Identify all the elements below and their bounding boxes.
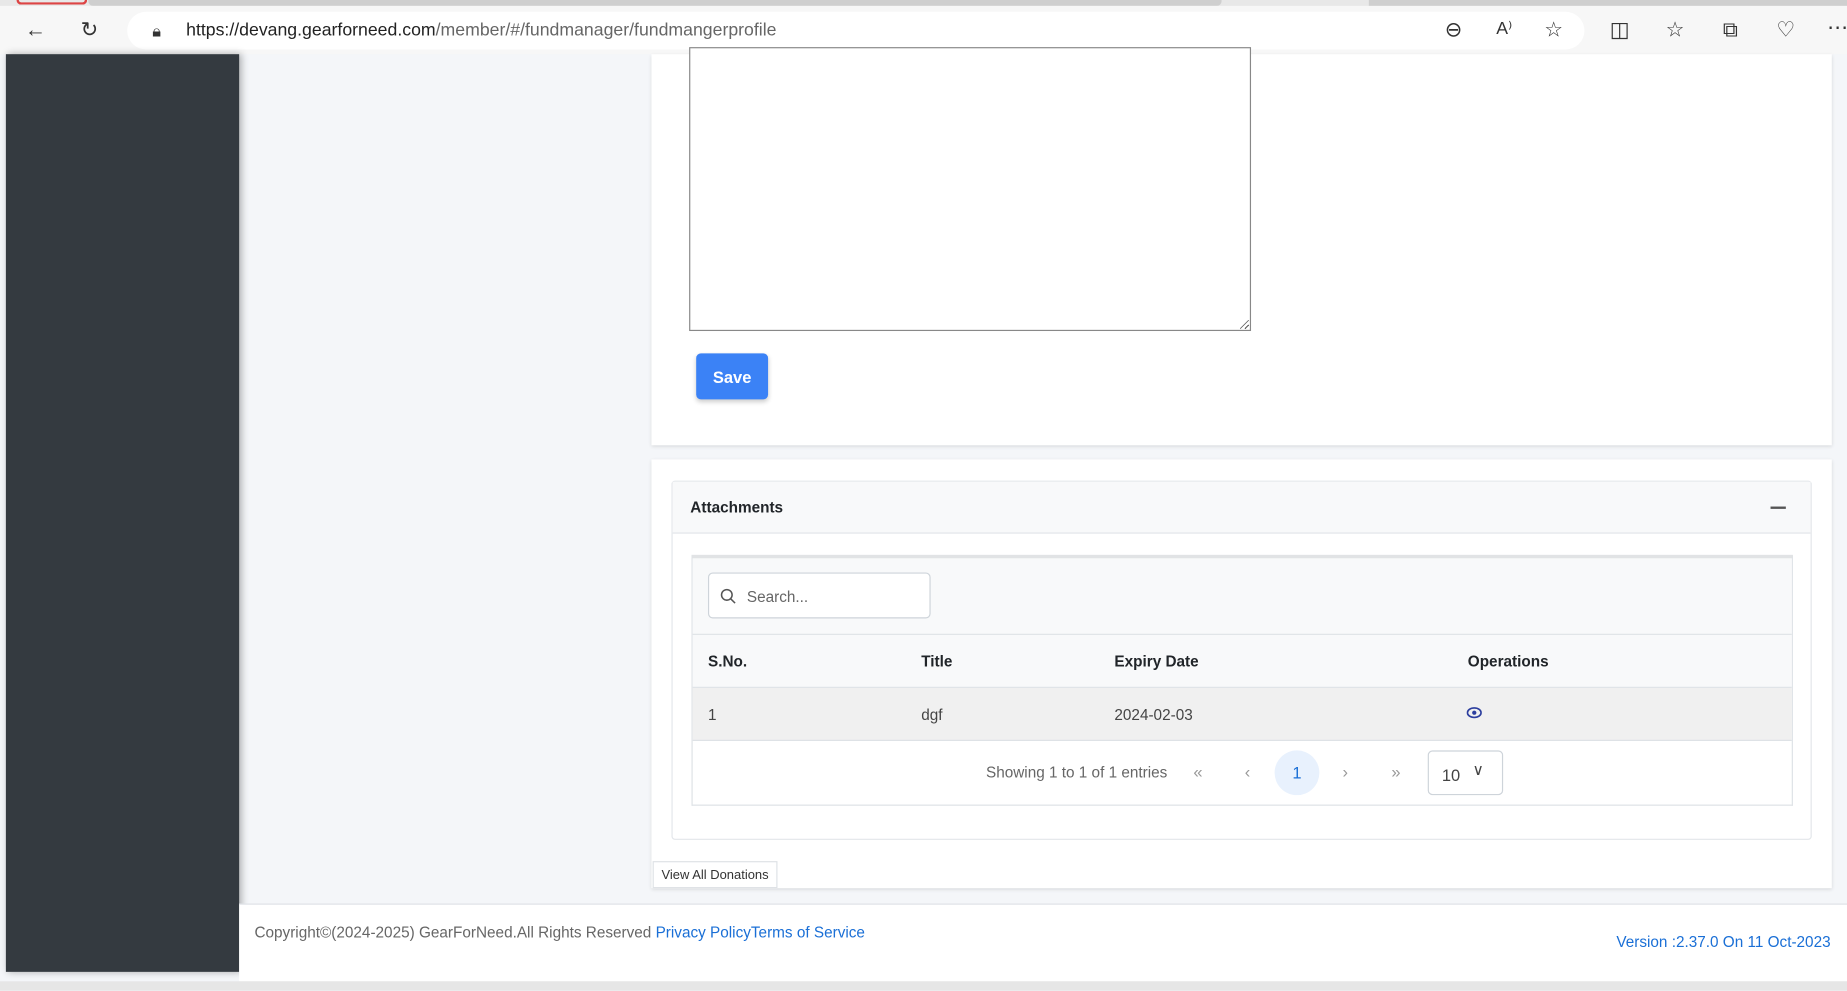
page-size-select[interactable]: 10 ∨: [1427, 750, 1504, 796]
url-path: /member/#/fundmanager/fundmangerprofile: [435, 20, 777, 41]
url-host: https://devang.gearforneed.com: [186, 20, 436, 41]
search-icon: [720, 588, 736, 604]
footer: Copyright©(2024-2025) GearForNeed.All Ri…: [239, 903, 1847, 982]
attachments-header: Attachments: [672, 481, 1811, 534]
collections-icon[interactable]: ⧉: [1716, 18, 1744, 42]
address-bar[interactable]: 🔒︎ https://devang.gearforneed.com/member…: [127, 11, 1585, 50]
column-header-expiry-date[interactable]: Expiry Date: [1114, 653, 1198, 671]
terms-of-service-link[interactable]: Terms of Service: [751, 924, 865, 942]
minus-icon[interactable]: [1770, 506, 1786, 509]
lock-icon: 🔒︎: [152, 21, 162, 41]
last-page-button[interactable]: »: [1384, 762, 1408, 781]
split-screen-icon[interactable]: ◫: [1606, 18, 1634, 42]
copyright: Copyright©(2024-2025) GearForNeed.All Ri…: [254, 923, 656, 942]
table-header-row: S.No. Title Expiry Date Operations: [692, 634, 1792, 688]
search-input[interactable]: Search...: [707, 572, 931, 619]
privacy-policy-link[interactable]: Privacy Policy: [656, 924, 751, 942]
search-placeholder: Search...: [746, 587, 809, 606]
back-icon[interactable]: ←: [21, 18, 49, 42]
favorites-icon[interactable]: ☆: [1661, 18, 1689, 42]
browser-tab[interactable]: [16, 0, 88, 5]
entries-info: Showing 1 to 1 of 1 entries: [985, 763, 1168, 782]
attachments-table: Search... S.No. Title Expiry Date Operat…: [691, 554, 1793, 806]
cell-title: dgf: [921, 705, 943, 724]
cell-expiry-date: 2024-02-03: [1114, 705, 1193, 724]
read-aloud-icon[interactable]: A⁾: [1490, 18, 1518, 42]
search-row: Search...: [692, 558, 1792, 635]
attachments-panel: Attachments Search... S.No. Title Expiry…: [671, 480, 1812, 840]
table-row: 1 dgf 2024-02-03: [692, 687, 1792, 741]
zoom-out-icon[interactable]: ⊖: [1440, 18, 1468, 42]
url-text[interactable]: https://devang.gearforneed.com/member/#/…: [186, 20, 776, 40]
copyright-text: Copyright©(2024-2025) GearForNeed.All Ri…: [254, 924, 864, 942]
next-page-button[interactable]: ›: [1333, 762, 1357, 781]
more-icon[interactable]: ⋯: [1824, 15, 1847, 39]
page-1-button[interactable]: 1: [1274, 750, 1320, 796]
first-page-button[interactable]: «: [1186, 762, 1210, 781]
pagination-row: Showing 1 to 1 of 1 entries « ‹ 1 › » 10…: [693, 741, 1792, 806]
version-text: Version :2.37.0 On 11 Oct-2023: [1616, 932, 1831, 951]
view-all-donations-button[interactable]: View All Donations: [652, 861, 778, 889]
column-header-operations: Operations: [1467, 652, 1549, 671]
cell-sno: 1: [707, 705, 717, 724]
chevron-down-icon: ∨: [1472, 760, 1484, 779]
column-header-sno[interactable]: S.No.: [708, 653, 747, 671]
page-size-value: 10: [1441, 765, 1461, 785]
sidebar: [5, 54, 240, 972]
description-textarea[interactable]: [689, 47, 1252, 332]
save-button[interactable]: Save: [696, 353, 769, 400]
column-header-title[interactable]: Title: [921, 653, 952, 671]
eye-icon[interactable]: [1466, 707, 1482, 719]
attachments-title: Attachments: [690, 498, 784, 516]
refresh-icon[interactable]: ↻: [75, 18, 103, 42]
favorite-star-icon[interactable]: ☆: [1540, 18, 1568, 42]
browser-essentials-icon[interactable]: ♡: [1772, 18, 1800, 42]
previous-page-button[interactable]: ‹: [1236, 762, 1260, 781]
bottom-bar: [0, 981, 1847, 991]
